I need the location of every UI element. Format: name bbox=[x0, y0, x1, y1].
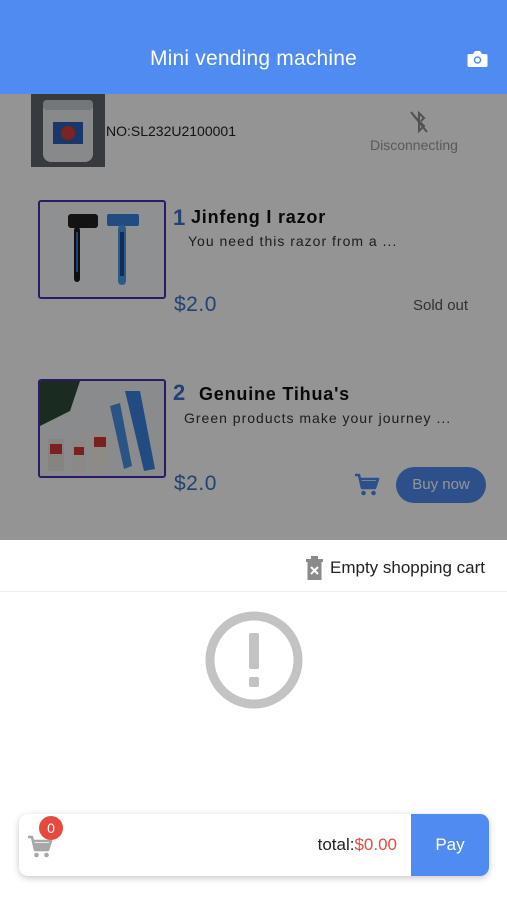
cart-summary-bar: 0 total:$0.00 Pay bbox=[19, 814, 489, 876]
divider bbox=[0, 591, 507, 592]
trash-icon bbox=[306, 556, 323, 580]
app-title: Mini vending machine bbox=[149, 47, 358, 70]
total-value: $0.00 bbox=[354, 835, 397, 854]
cart-total: total:$0.00 bbox=[318, 835, 397, 855]
app-bar: Mini vending machine bbox=[0, 0, 507, 94]
alert-circle-icon bbox=[205, 611, 303, 709]
cart-sheet: Empty shopping cart 0 total:$0.00 Pay bbox=[0, 540, 507, 900]
empty-cart-label: Empty shopping cart bbox=[330, 558, 485, 577]
modal-overlay[interactable] bbox=[0, 94, 507, 540]
pay-button[interactable]: Pay bbox=[411, 814, 489, 876]
total-label: total: bbox=[317, 835, 355, 854]
camera-icon[interactable] bbox=[467, 49, 488, 69]
empty-cart-button[interactable]: Empty shopping cart bbox=[305, 555, 485, 581]
cart-count-badge: 0 bbox=[39, 816, 63, 840]
